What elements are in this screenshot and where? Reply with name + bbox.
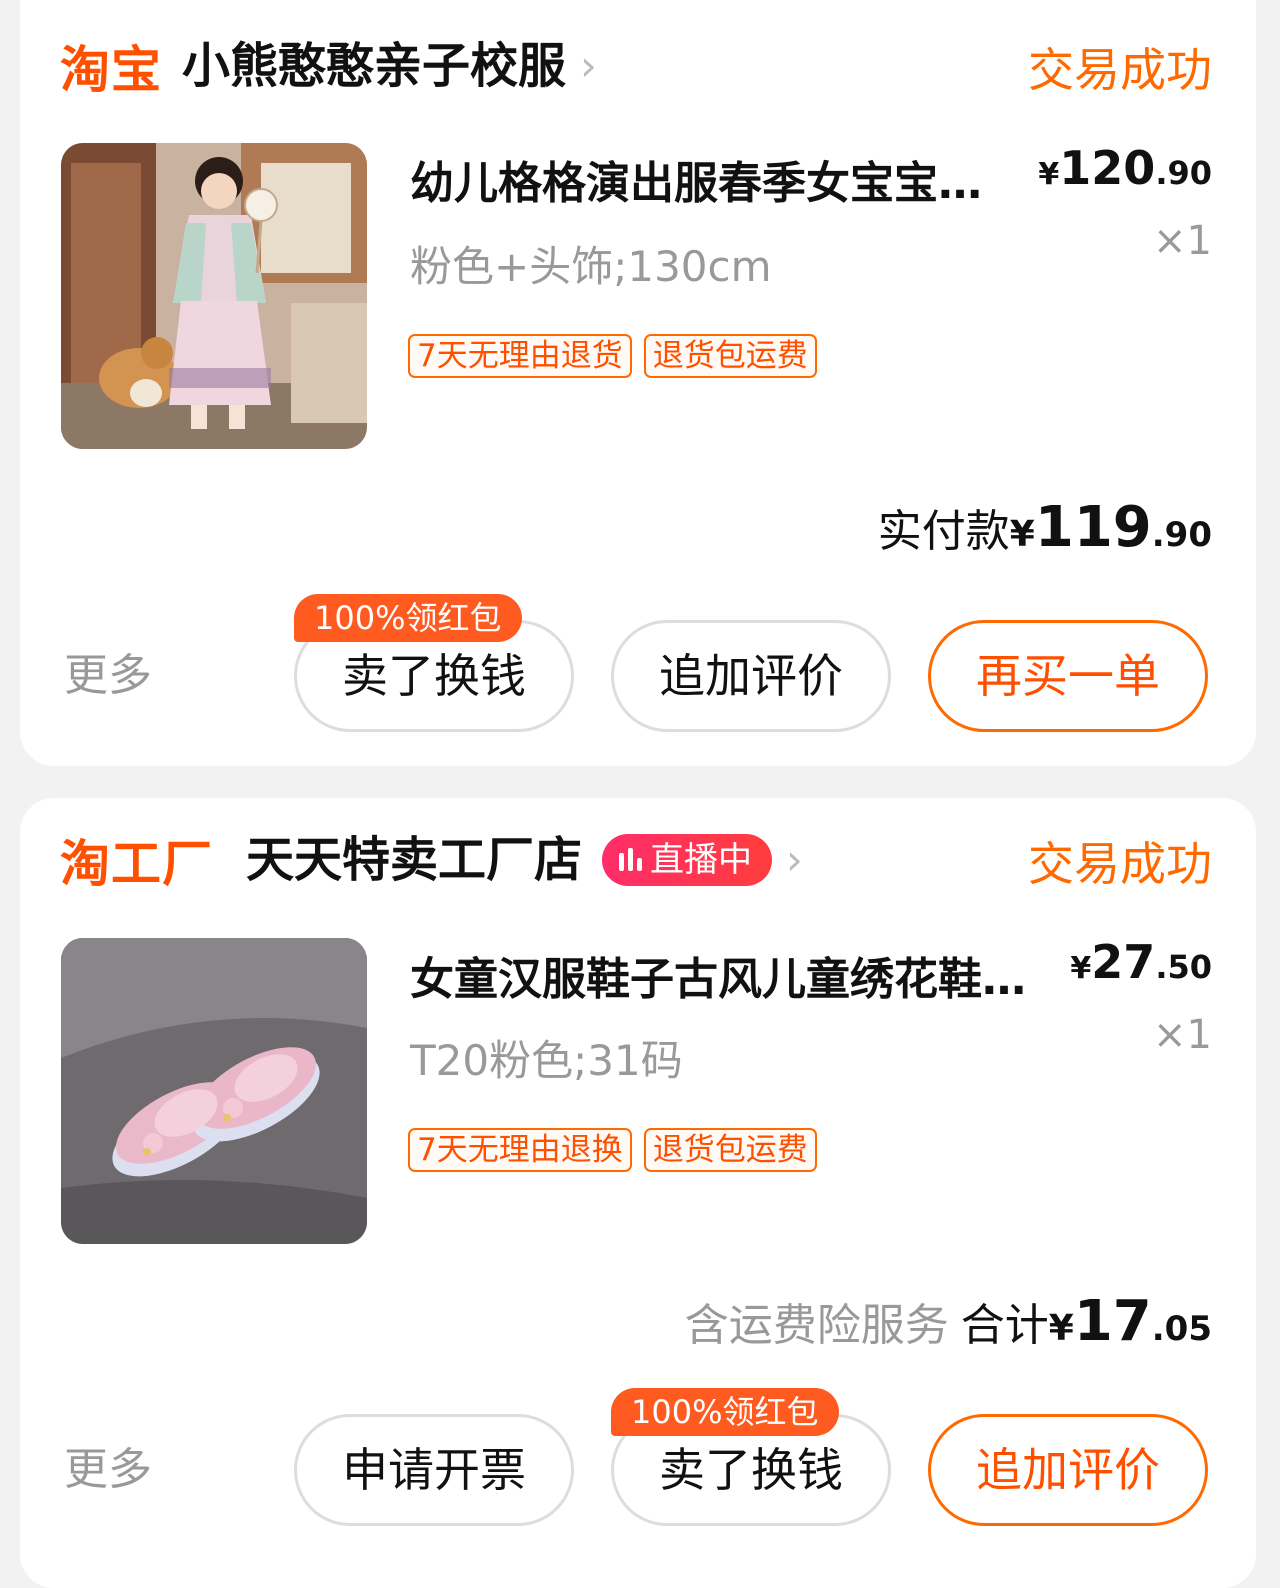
request-invoice-button[interactable]: 申请开票 bbox=[294, 1414, 574, 1526]
service-tags: 7天无理由退换 退货包运费 bbox=[408, 1128, 817, 1172]
return-policy-tag: 7天无理由退货 bbox=[408, 334, 632, 378]
price-decimal: .90 bbox=[1155, 154, 1212, 192]
add-review-button[interactable]: 追加评价 bbox=[928, 1414, 1208, 1526]
product-image[interactable] bbox=[61, 143, 367, 449]
product-sku: T20粉色;31码 bbox=[410, 1036, 683, 1085]
shop-link[interactable]: 小熊憨憨亲子校服 › bbox=[182, 36, 597, 96]
product-title[interactable]: 幼儿格格演出服春季女宝宝… bbox=[410, 156, 1030, 212]
chevron-right-icon: › bbox=[786, 835, 803, 884]
product-sku: 粉色+头饰;130cm bbox=[410, 242, 772, 291]
payment-total: 实付款¥119.90 bbox=[878, 498, 1212, 565]
currency-symbol: ¥ bbox=[1048, 1308, 1074, 1349]
product-price: ¥120.90 bbox=[1038, 140, 1212, 203]
add-review-button[interactable]: 追加评价 bbox=[611, 620, 891, 732]
live-bars-icon bbox=[619, 848, 643, 871]
order-card: 淘工厂 天天特卖工厂店 直播中 › 交易成功 女童汉服鞋子古风儿童绣花鞋… ¥2… bbox=[20, 798, 1256, 1588]
currency-symbol: ¥ bbox=[1038, 157, 1060, 192]
order-status: 交易成功 bbox=[1028, 837, 1212, 891]
platform-logo: 淘工厂 bbox=[60, 835, 213, 893]
total-integer: 119 bbox=[1034, 495, 1152, 560]
shipping-insurance-note: 含运费险服务 bbox=[684, 1300, 949, 1351]
product-price: ¥27.50 bbox=[1070, 934, 1212, 997]
currency-symbol: ¥ bbox=[1070, 951, 1092, 986]
free-return-shipping-tag: 退货包运费 bbox=[643, 334, 817, 378]
platform-logo: 淘宝 bbox=[60, 41, 162, 99]
buy-again-button[interactable]: 再买一单 bbox=[928, 620, 1208, 732]
total-label: 实付款 bbox=[877, 506, 1010, 557]
total-decimal: .05 bbox=[1151, 1309, 1212, 1349]
total-label: 合计 bbox=[960, 1300, 1049, 1351]
free-return-shipping-tag: 退货包运费 bbox=[643, 1128, 817, 1172]
live-badge[interactable]: 直播中 bbox=[602, 834, 773, 886]
total-integer: 17 bbox=[1073, 1289, 1152, 1354]
total-decimal: .90 bbox=[1151, 515, 1212, 555]
more-button[interactable]: 更多 bbox=[64, 1440, 152, 1500]
price-decimal: .50 bbox=[1155, 948, 1212, 986]
price-integer: 27 bbox=[1091, 935, 1156, 989]
product-title[interactable]: 女童汉服鞋子古风儿童绣花鞋… bbox=[410, 952, 1090, 1008]
currency-symbol: ¥ bbox=[1009, 514, 1035, 555]
red-packet-badge: 100%领红包 bbox=[294, 594, 522, 642]
shop-name: 小熊憨憨亲子校服 bbox=[182, 38, 567, 94]
order-status: 交易成功 bbox=[1028, 43, 1212, 97]
product-image[interactable] bbox=[61, 938, 367, 1244]
service-tags: 7天无理由退货 退货包运费 bbox=[408, 334, 817, 378]
return-policy-tag: 7天无理由退换 bbox=[408, 1128, 632, 1172]
red-packet-badge: 100%领红包 bbox=[611, 1388, 839, 1436]
shop-link[interactable]: 天天特卖工厂店 直播中 › bbox=[246, 830, 803, 890]
product-quantity: ×1 bbox=[1153, 218, 1212, 264]
order-card: 淘宝 小熊憨憨亲子校服 › 交易成功 幼儿格格演出服春季女宝宝… ¥120.90… bbox=[20, 0, 1256, 766]
shop-name: 天天特卖工厂店 bbox=[246, 832, 583, 888]
live-label: 直播中 bbox=[650, 840, 753, 880]
more-button[interactable]: 更多 bbox=[64, 646, 152, 706]
chevron-right-icon: › bbox=[580, 41, 597, 90]
product-quantity: ×1 bbox=[1153, 1012, 1212, 1058]
payment-total: 含运费险服务 合计¥17.05 bbox=[685, 1292, 1212, 1359]
price-integer: 120 bbox=[1059, 141, 1156, 195]
